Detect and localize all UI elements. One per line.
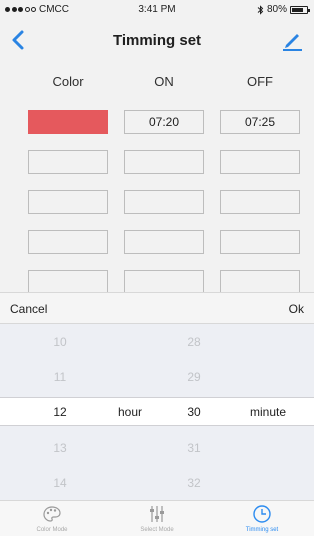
picker-row[interactable]: 13 31 <box>0 434 314 463</box>
chevron-left-icon <box>12 30 24 50</box>
minute-label: minute <box>249 405 287 419</box>
off-time-cell-2[interactable] <box>220 150 300 174</box>
tab-timming-set[interactable]: Timming set <box>222 501 302 536</box>
cancel-button[interactable]: Cancel <box>10 302 47 316</box>
status-right: 80% <box>257 4 310 15</box>
selected-minute[interactable]: 30 <box>184 398 204 427</box>
palette-icon <box>43 506 61 522</box>
off-time-cell-3[interactable] <box>220 190 300 214</box>
tab-label: Color Mode <box>36 527 68 533</box>
picker-row[interactable]: 14 32 <box>0 469 314 498</box>
on-time-cell-2[interactable] <box>124 150 204 174</box>
minute-option[interactable]: 28 <box>184 328 204 357</box>
picker-selected-row[interactable]: 12 hour 30 minute <box>0 397 314 426</box>
tab-label: Timming set <box>245 527 279 533</box>
on-time-cell-4[interactable] <box>124 230 204 254</box>
off-time-cell-4[interactable] <box>220 230 300 254</box>
selected-hour[interactable]: 12 <box>50 398 70 427</box>
page-title: Timming set <box>112 32 202 49</box>
off-time-cell-5[interactable] <box>220 270 300 294</box>
color-cell-3[interactable] <box>28 190 108 214</box>
color-column-header: Color <box>52 74 84 89</box>
on-column-header: ON <box>154 74 174 89</box>
ok-button[interactable]: Ok <box>289 302 304 316</box>
on-time-cell-5[interactable] <box>124 270 204 294</box>
tab-select-mode[interactable]: Select Mode <box>117 501 197 536</box>
off-time-cell-1[interactable]: 07:25 <box>220 110 300 134</box>
battery-icon <box>290 5 310 14</box>
nav-bar: Timming set <box>0 20 314 60</box>
color-cell-1[interactable] <box>28 110 108 134</box>
edit-button[interactable] <box>280 28 304 52</box>
picker-toolbar: Cancel Ok <box>0 292 314 324</box>
tab-bar: Color Mode Select Mode Timming set <box>0 500 314 536</box>
on-time-cell-3[interactable] <box>124 190 204 214</box>
color-cell-2[interactable] <box>28 150 108 174</box>
minute-option[interactable]: 31 <box>184 434 204 463</box>
hour-option[interactable]: 13 <box>50 434 70 463</box>
on-time-cell-1[interactable]: 07:20 <box>124 110 204 134</box>
minute-option[interactable]: 32 <box>184 469 204 498</box>
battery-percent: 80% <box>266 4 287 15</box>
bluetooth-icon <box>257 4 264 15</box>
picker-row[interactable]: 11 29 <box>0 363 314 392</box>
status-bar: CMCC 3:41 PM 80% <box>0 0 314 20</box>
minute-option[interactable]: 29 <box>184 363 204 392</box>
color-cell-4[interactable] <box>28 230 108 254</box>
pencil-icon <box>283 34 302 51</box>
picker-row[interactable]: 10 28 <box>0 328 314 357</box>
off-column-header: OFF <box>247 74 273 89</box>
time-picker[interactable]: 10 28 11 29 12 hour 30 minute 13 31 14 3… <box>0 324 314 500</box>
hour-option[interactable]: 14 <box>50 469 70 498</box>
sliders-icon <box>150 506 164 522</box>
hour-option[interactable]: 11 <box>50 363 70 392</box>
tab-label: Select Mode <box>140 527 174 533</box>
color-cell-5[interactable] <box>28 270 108 294</box>
clock-icon <box>253 505 271 523</box>
tab-color-mode[interactable]: Color Mode <box>12 501 92 536</box>
hour-label: hour <box>117 405 143 419</box>
hour-option[interactable]: 10 <box>50 328 70 357</box>
back-button[interactable] <box>8 26 32 54</box>
